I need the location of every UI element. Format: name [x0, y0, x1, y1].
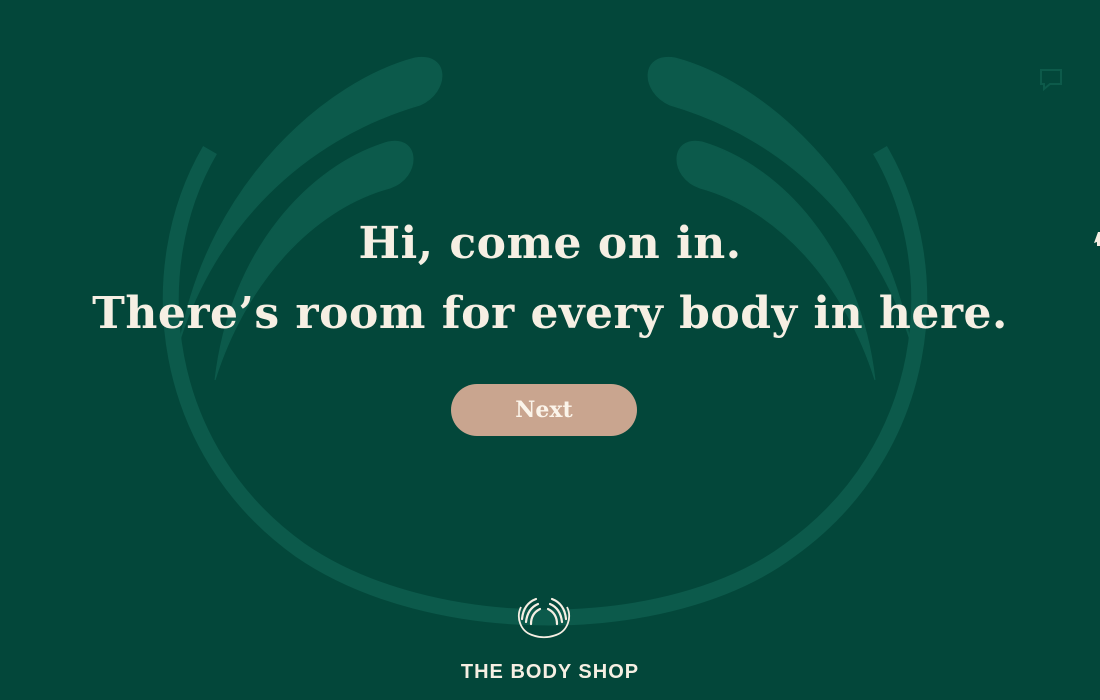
welcome-screen: Hi, come on in. There’s room for every b…	[0, 0, 1100, 700]
brand-name: THE BODY SHOP	[460, 661, 640, 683]
welcome-headline-line-1: Hi, come on in.	[358, 218, 742, 269]
leaf-wreath-icon	[518, 597, 570, 639]
welcome-headline-line-2: There’s room for every body in here.	[92, 288, 1008, 339]
next-button[interactable]: Next	[451, 384, 637, 436]
chat-icon[interactable]	[1036, 64, 1066, 94]
